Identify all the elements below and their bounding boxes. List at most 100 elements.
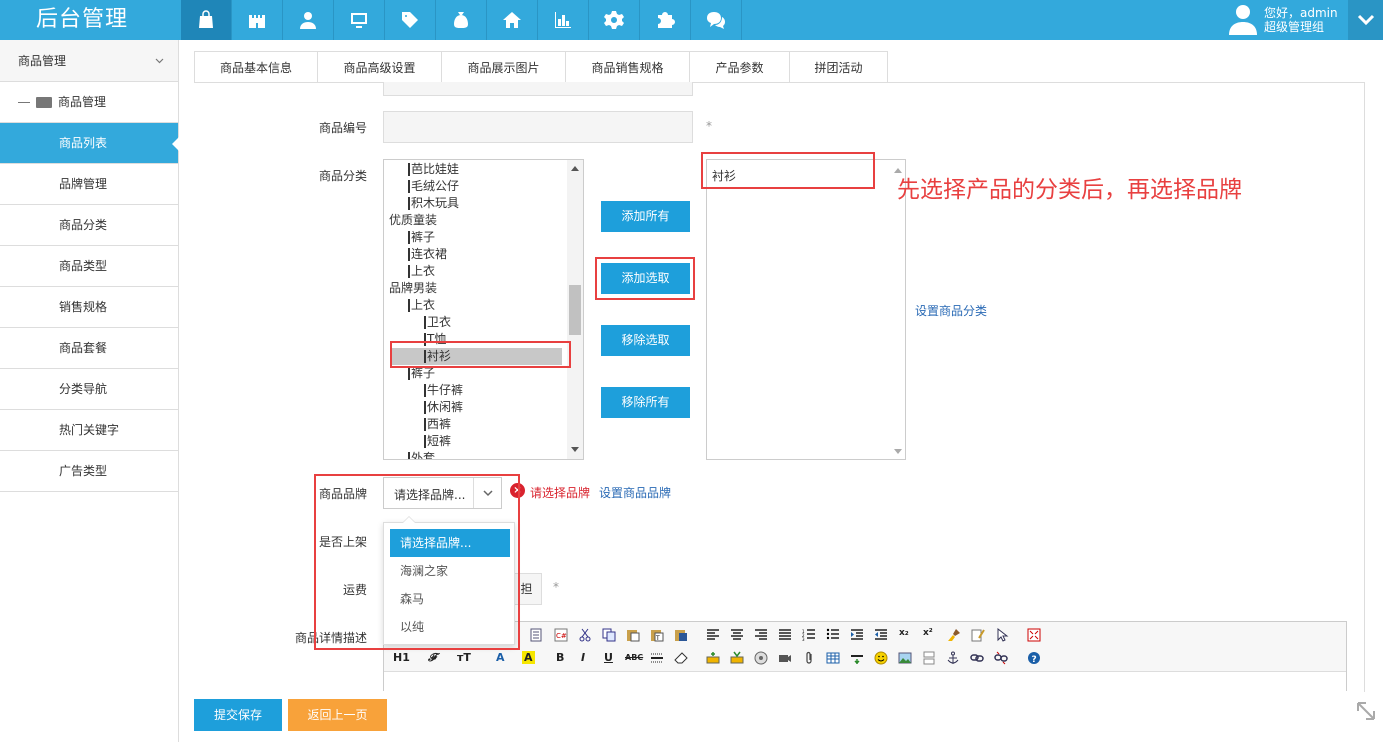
tree-node[interactable]: 毛绒公仔 (408, 178, 459, 195)
link-icon[interactable] (970, 651, 984, 665)
paste-icon[interactable] (626, 628, 640, 642)
video-icon[interactable] (778, 651, 792, 665)
remove-selected-button[interactable]: 移除选取 (601, 325, 690, 356)
sidebar-item-goods-category[interactable]: 商品分类 (0, 205, 178, 246)
sidebar-item-goods-package[interactable]: 商品套餐 (0, 328, 178, 369)
sidebar-item-sales-spec[interactable]: 销售规格 (0, 287, 178, 328)
scroll-up-arrow-icon[interactable] (571, 166, 579, 171)
tree-node[interactable]: 西裤 (424, 416, 451, 433)
tab-basic-info[interactable]: 商品基本信息 (194, 51, 319, 83)
format-brush-icon[interactable] (947, 628, 961, 642)
selected-category-list[interactable]: 衬衫 (706, 159, 906, 460)
tree-node[interactable]: 上衣 (408, 263, 435, 280)
strikethrough-icon[interactable]: ABC (625, 653, 643, 662)
unlink-icon[interactable] (994, 651, 1008, 665)
bold-icon[interactable]: B (556, 651, 564, 664)
nav-user-icon[interactable] (283, 0, 334, 40)
tree-node[interactable]: 外套 (408, 450, 435, 459)
tree-node[interactable]: 上衣 (408, 297, 435, 314)
tree-node[interactable]: 牛仔裤 (424, 382, 463, 399)
eraser-icon[interactable] (674, 651, 688, 665)
tree-node[interactable]: 优质童装 (389, 212, 437, 229)
emotion-smile-icon[interactable] (874, 651, 888, 665)
sidebar-item-brand-manage[interactable]: 品牌管理 (0, 164, 178, 205)
sidebar-group-goods[interactable]: 商品管理 (0, 40, 178, 82)
nav-puzzle-icon[interactable] (640, 0, 691, 40)
insert-code-icon[interactable] (850, 651, 864, 665)
select-pointer-icon[interactable] (995, 628, 1009, 642)
unordered-list-icon[interactable] (826, 628, 840, 642)
nav-monitor-icon[interactable] (334, 0, 385, 40)
code-csharp-icon[interactable]: C# (554, 628, 568, 642)
italic-icon[interactable]: I (581, 651, 585, 664)
tree-node[interactable]: 裤子 (408, 229, 435, 246)
align-justify-icon[interactable] (778, 628, 792, 642)
hr-icon[interactable] (650, 651, 664, 665)
previous-field-input[interactable] (383, 82, 693, 96)
set-brand-link[interactable]: 设置商品品牌 (599, 484, 671, 501)
sidebar-subgroup-goods[interactable]: 商品管理 (0, 82, 178, 123)
music-icon[interactable] (754, 651, 768, 665)
align-right-icon[interactable] (754, 628, 768, 642)
copy-icon[interactable] (602, 628, 616, 642)
subscript-icon[interactable]: x₂ (899, 628, 909, 638)
anchor-icon[interactable] (946, 651, 960, 665)
pagebreak-icon[interactable] (922, 651, 936, 665)
tree-node[interactable]: 连衣裙 (408, 246, 447, 263)
clear-format-icon[interactable] (971, 628, 985, 642)
align-left-icon[interactable] (706, 628, 720, 642)
nav-money-bag-icon[interactable] (436, 0, 487, 40)
tree-node[interactable]: 卫衣 (424, 314, 451, 331)
editor-content-area[interactable] (384, 671, 1346, 691)
indent-icon[interactable] (850, 628, 864, 642)
insert-row-icon[interactable] (706, 651, 720, 665)
table-icon[interactable] (826, 651, 840, 665)
nav-home-icon[interactable] (487, 0, 538, 40)
user-panel[interactable]: 您好，admin 超级管理组 (1228, 3, 1338, 37)
sidebar-item-hot-keywords[interactable]: 热门关键字 (0, 410, 178, 451)
sidebar-item-ad-type[interactable]: 广告类型 (0, 451, 178, 492)
tree-node[interactable]: 短裤 (424, 433, 451, 450)
highlight-color-icon[interactable]: A (522, 651, 535, 664)
sidebar-item-goods-type[interactable]: 商品类型 (0, 246, 178, 287)
tab-advanced-settings[interactable]: 商品高级设置 (318, 51, 443, 83)
cut-icon[interactable] (578, 628, 592, 642)
tree-node[interactable]: 休闲裤 (424, 399, 463, 416)
tree-node[interactable]: 积木玩具 (408, 195, 459, 212)
sidebar-item-category-nav[interactable]: 分类导航 (0, 369, 178, 410)
nav-gear-icon[interactable] (589, 0, 640, 40)
tab-product-params[interactable]: 产品参数 (690, 51, 791, 83)
font-family-icon[interactable]: 𝓕 (428, 651, 436, 665)
add-all-button[interactable]: 添加所有 (601, 201, 690, 232)
sidebar-item-goods-list[interactable]: 商品列表 (0, 123, 179, 164)
insert-frame-icon[interactable] (730, 651, 744, 665)
heading-button[interactable]: H1 (393, 651, 410, 664)
back-button[interactable]: 返回上一页 (288, 699, 387, 731)
outdent-icon[interactable] (874, 628, 888, 642)
scroll-down-arrow-icon[interactable] (571, 447, 579, 452)
nav-castle-icon[interactable] (232, 0, 283, 40)
nav-chat-icon[interactable] (691, 0, 742, 40)
tab-group-buy[interactable]: 拼团活动 (790, 51, 889, 83)
nav-tag-icon[interactable] (385, 0, 436, 40)
tab-sales-spec[interactable]: 商品销售规格 (566, 51, 691, 83)
font-size-icon[interactable]: ᴛT (457, 651, 471, 664)
tree-node[interactable]: 品牌男装 (389, 280, 437, 297)
align-center-icon[interactable] (730, 628, 744, 642)
paste-doc-icon[interactable] (529, 628, 543, 642)
user-menu-chevron-down-icon[interactable] (1348, 0, 1383, 40)
tree-node[interactable]: 芭比娃娃 (408, 161, 459, 178)
submit-save-button[interactable]: 提交保存 (194, 699, 282, 731)
superscript-icon[interactable]: x² (923, 628, 933, 638)
attachment-icon[interactable] (802, 651, 816, 665)
image-icon[interactable] (898, 651, 912, 665)
fullscreen-icon[interactable] (1027, 628, 1041, 642)
paste-text-icon[interactable]: T (650, 628, 664, 642)
tab-display-images[interactable]: 商品展示图片 (442, 51, 567, 83)
list-scroll-down-icon[interactable] (894, 449, 902, 454)
nav-bar-chart-icon[interactable] (538, 0, 589, 40)
underline-icon[interactable]: U (604, 651, 613, 664)
paste-word-icon[interactable] (674, 628, 688, 642)
font-color-icon[interactable]: A (496, 651, 505, 664)
rich-text-editor[interactable]: C# T 123 x₂ x² H1 𝓕 ᴛT A A B I U ABC ? (383, 621, 1347, 691)
